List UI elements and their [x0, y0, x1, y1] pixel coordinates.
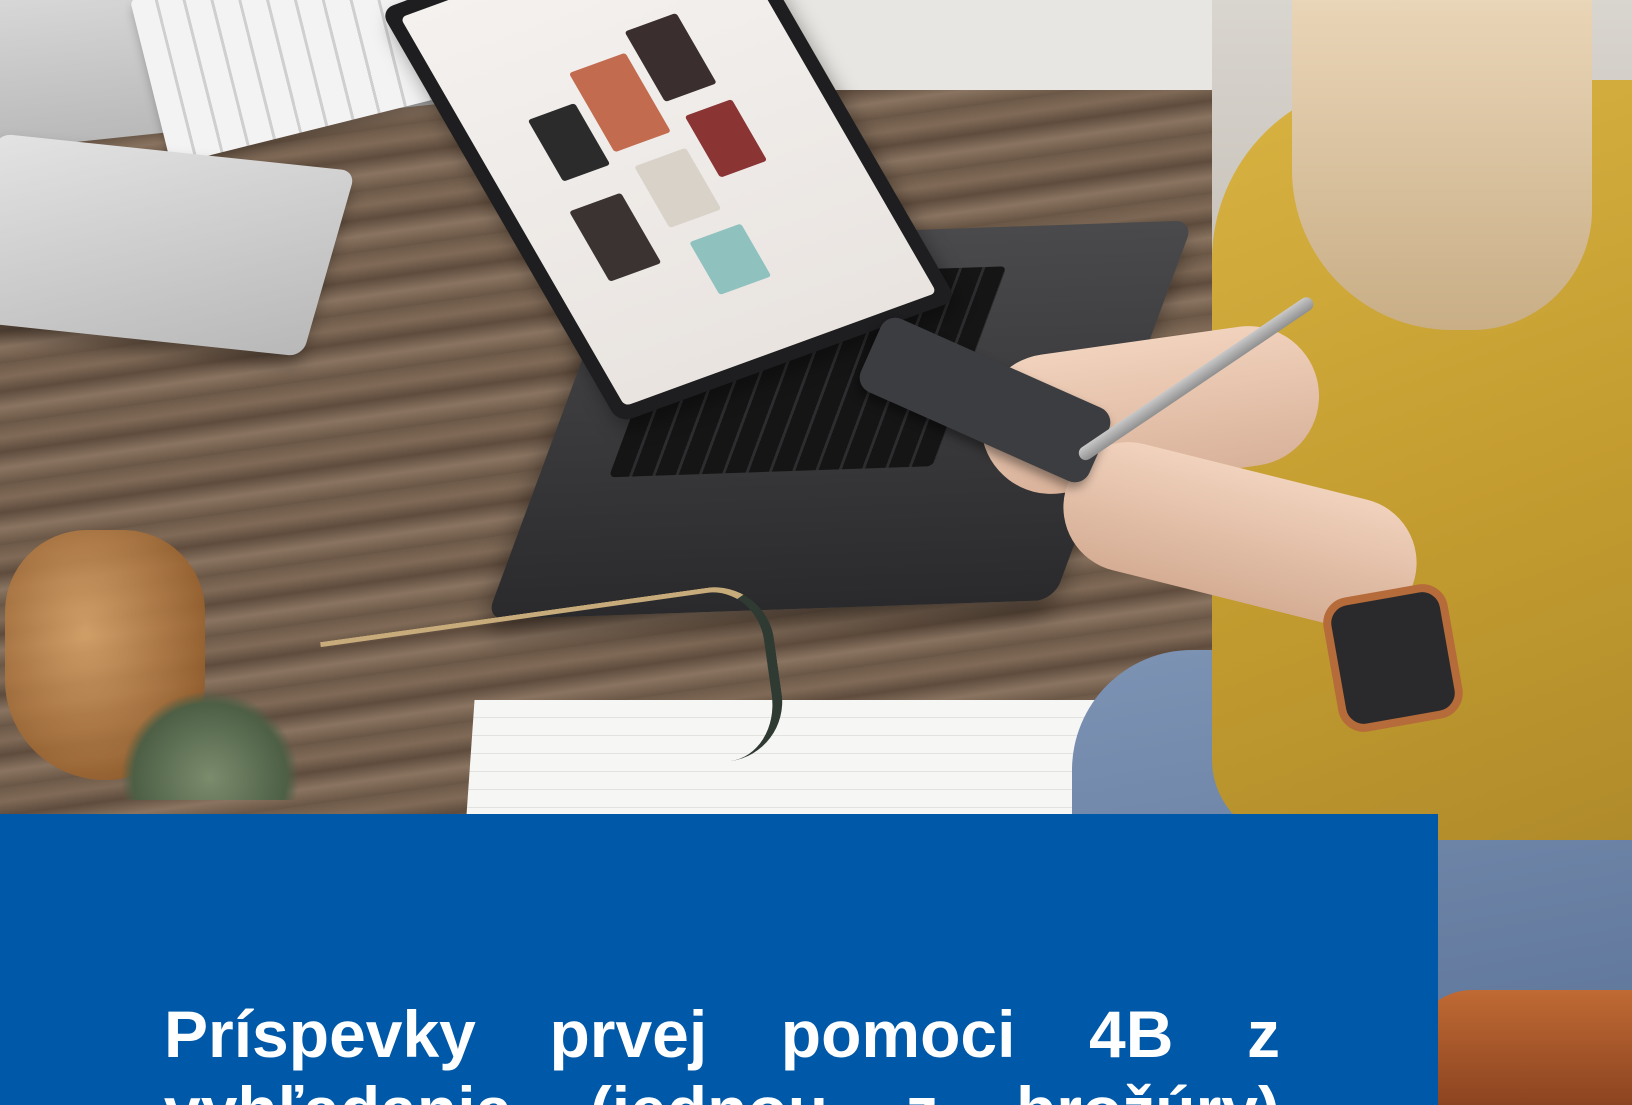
screen-tile [634, 147, 722, 229]
slide-title: Príspevky prvej pomoci 4B z vyhľadania (… [164, 997, 1280, 1105]
chair [1412, 990, 1632, 1105]
person-hair [1292, 0, 1592, 330]
title-banner: Príspevky prvej pomoci 4B z vyhľadania (… [0, 814, 1438, 1105]
trackpad [0, 133, 356, 357]
air-plant [120, 690, 300, 800]
slide-page: Príspevky prvej pomoci 4B z vyhľadania (… [0, 0, 1632, 1105]
screen-tile [684, 99, 768, 178]
screen-tile [689, 223, 772, 296]
smartwatch [1319, 580, 1467, 736]
screen-tile [569, 192, 662, 282]
